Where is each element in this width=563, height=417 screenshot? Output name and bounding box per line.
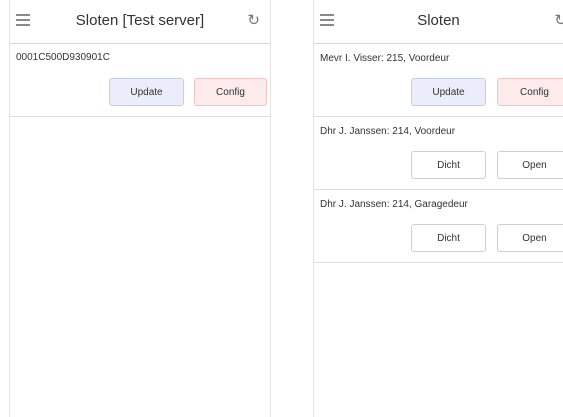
open-lock-button[interactable]: Open xyxy=(497,224,563,252)
list-item: Dhr J. Janssen: 214, Voordeur Dicht Open xyxy=(314,117,563,190)
device-id-label: 0001C500D930901C xyxy=(16,52,110,63)
app-bar: Sloten ↻ xyxy=(314,0,563,44)
update-button[interactable]: Update xyxy=(109,78,184,106)
lock-label: Dhr J. Janssen: 214, Garagedeur xyxy=(320,199,468,210)
close-lock-button[interactable]: Dicht xyxy=(411,224,486,252)
refresh-icon[interactable]: ↻ xyxy=(554,11,563,29)
config-button[interactable]: Config xyxy=(497,78,563,106)
screen-test-server: Sloten [Test server] ↻ 0001C500D930901C … xyxy=(9,0,271,417)
list-item: 0001C500D930901C Update Config xyxy=(10,44,270,117)
page-title: Sloten xyxy=(417,12,460,29)
refresh-icon[interactable]: ↻ xyxy=(247,11,260,29)
screen-sloten: Sloten ↻ Mevr I. Visser: 215, Voordeur U… xyxy=(313,0,563,417)
page-title: Sloten [Test server] xyxy=(75,12,205,29)
update-button[interactable]: Update xyxy=(411,78,486,106)
config-button[interactable]: Config xyxy=(194,78,267,106)
lock-label: Mevr I. Visser: 215, Voordeur xyxy=(320,53,450,64)
lock-label: Dhr J. Janssen: 214, Voordeur xyxy=(320,126,456,137)
app-bar: Sloten [Test server] ↻ xyxy=(10,0,270,44)
list-item: Mevr I. Visser: 215, Voordeur Update Con… xyxy=(314,44,563,117)
list-item: Dhr J. Janssen: 214, Garagedeur Dicht Op… xyxy=(314,190,563,263)
open-lock-button[interactable]: Open xyxy=(497,151,563,179)
close-lock-button[interactable]: Dicht xyxy=(411,151,486,179)
